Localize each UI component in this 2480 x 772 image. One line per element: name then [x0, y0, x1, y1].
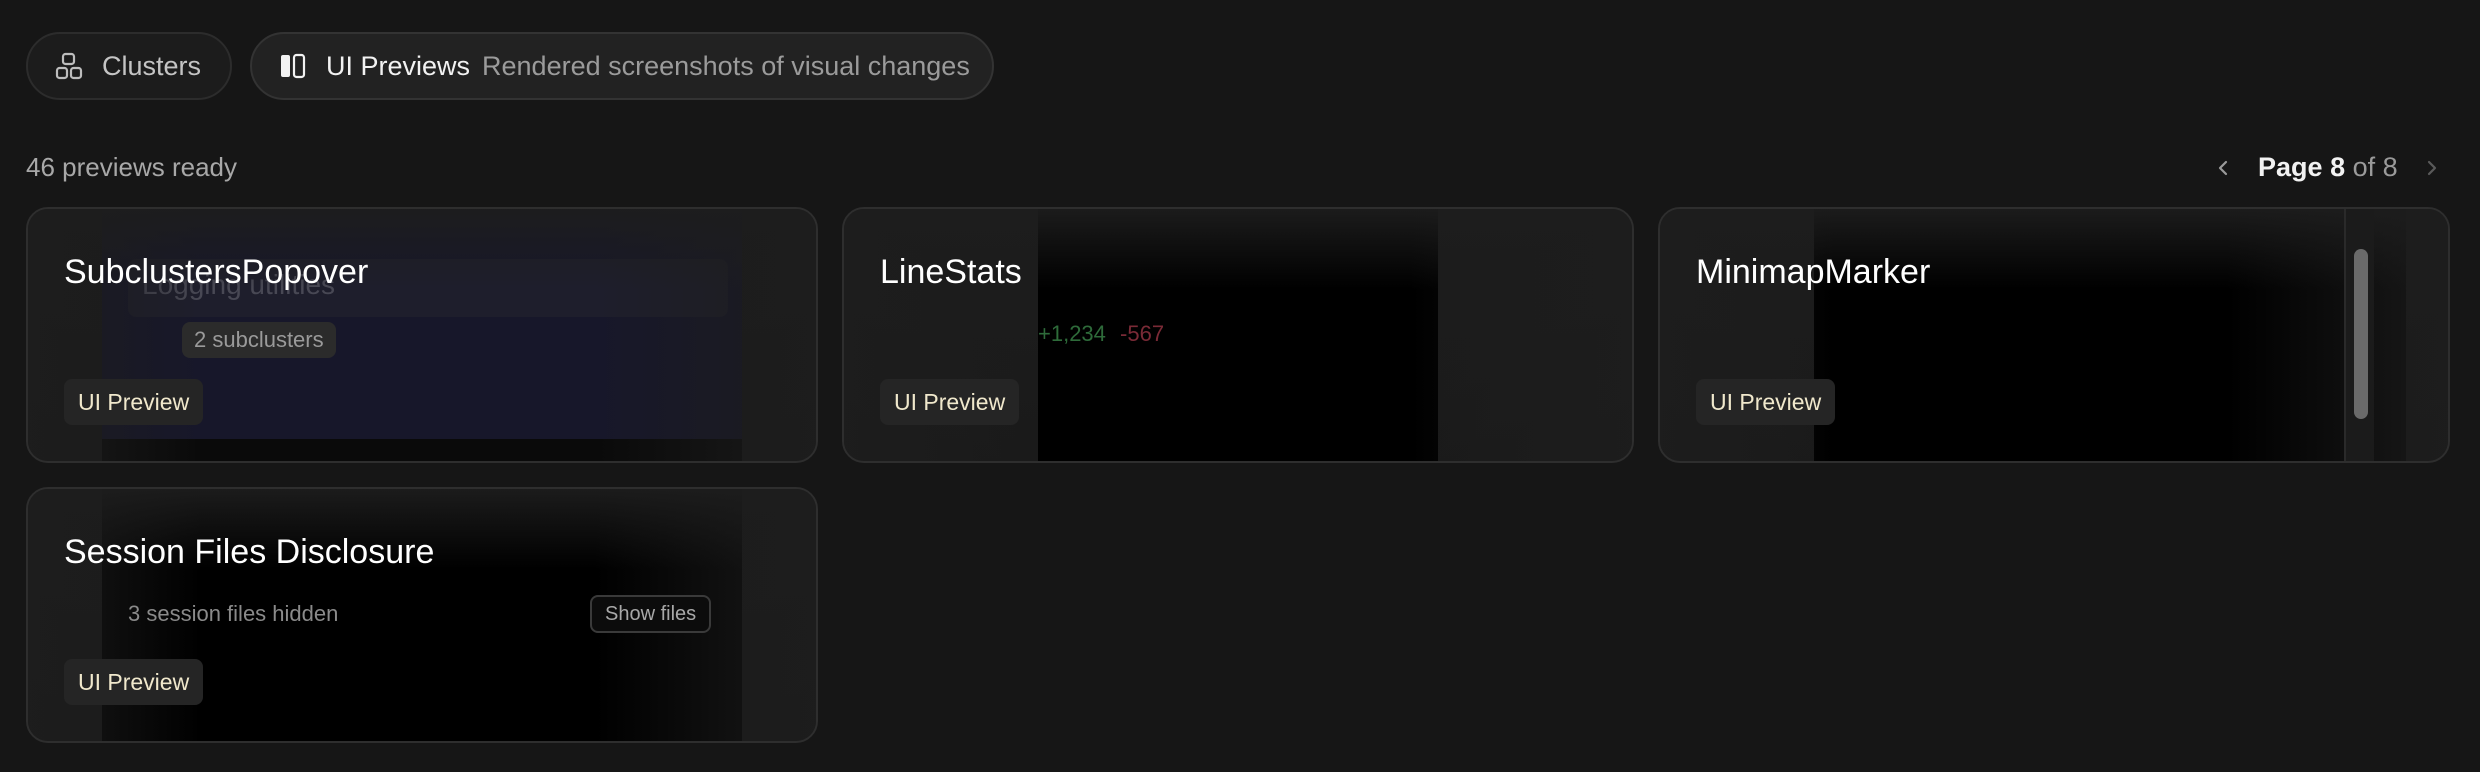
ui-preview-badge: UI Preview	[1696, 379, 1836, 425]
next-page-button[interactable]	[2409, 148, 2453, 188]
card-title: SubclustersPopover	[64, 253, 369, 291]
chevron-left-icon	[2214, 158, 2234, 178]
ui-preview-badge: UI Preview	[64, 659, 204, 705]
preview-minimap-marker	[2354, 249, 2368, 419]
page-indicator: Page 8 of 8	[2258, 152, 2398, 183]
preview-card[interactable]: MinimapMarker UI Preview	[1658, 207, 2450, 463]
ui-preview-badge: UI Preview	[880, 379, 1020, 425]
card-title: MinimapMarker	[1696, 253, 1931, 291]
preview-screenshot	[1814, 209, 2406, 461]
tab-clusters[interactable]: Clusters	[26, 32, 232, 100]
page-word: Page	[2258, 152, 2323, 182]
preview-subclusters-chip: 2 subclusters	[182, 322, 336, 358]
preview-card[interactable]: +1,234 -567 LineStats UI Preview	[842, 207, 1634, 463]
card-title: Session Files Disclosure	[64, 533, 435, 571]
preview-show-files-button: Show files	[590, 595, 712, 633]
chevron-right-icon	[2421, 158, 2441, 178]
clusters-icon	[54, 51, 84, 81]
total-pages: 8	[2382, 152, 2398, 182]
of-word: of	[2352, 152, 2376, 182]
tab-ui-previews-label: UI Previews	[326, 50, 471, 81]
preview-card[interactable]: Logging utilities 2 subclusters Subclust…	[26, 207, 818, 463]
preview-additions: +1,234	[1038, 321, 1106, 346]
previews-count: 46 previews ready	[26, 152, 237, 182]
tab-ui-previews-description: Rendered screenshots of visual changes	[482, 50, 970, 81]
ui-preview-badge: UI Preview	[64, 379, 204, 425]
tab-ui-previews[interactable]: UI Previews Rendered screenshots of visu…	[250, 32, 994, 100]
preview-hidden-files-text: 3 session files hidden	[128, 601, 339, 626]
preview-deletions: -567	[1120, 321, 1165, 346]
current-page: 8	[2330, 152, 2346, 182]
previous-page-button[interactable]	[2202, 148, 2246, 188]
card-title: LineStats	[880, 253, 1022, 291]
tab-clusters-label: Clusters	[102, 50, 202, 81]
preview-card[interactable]: 3 session files hidden Show files Sessio…	[26, 487, 818, 743]
preview-line-stats: +1,234 -567	[1038, 321, 1164, 347]
preview-panel-icon	[278, 51, 308, 81]
